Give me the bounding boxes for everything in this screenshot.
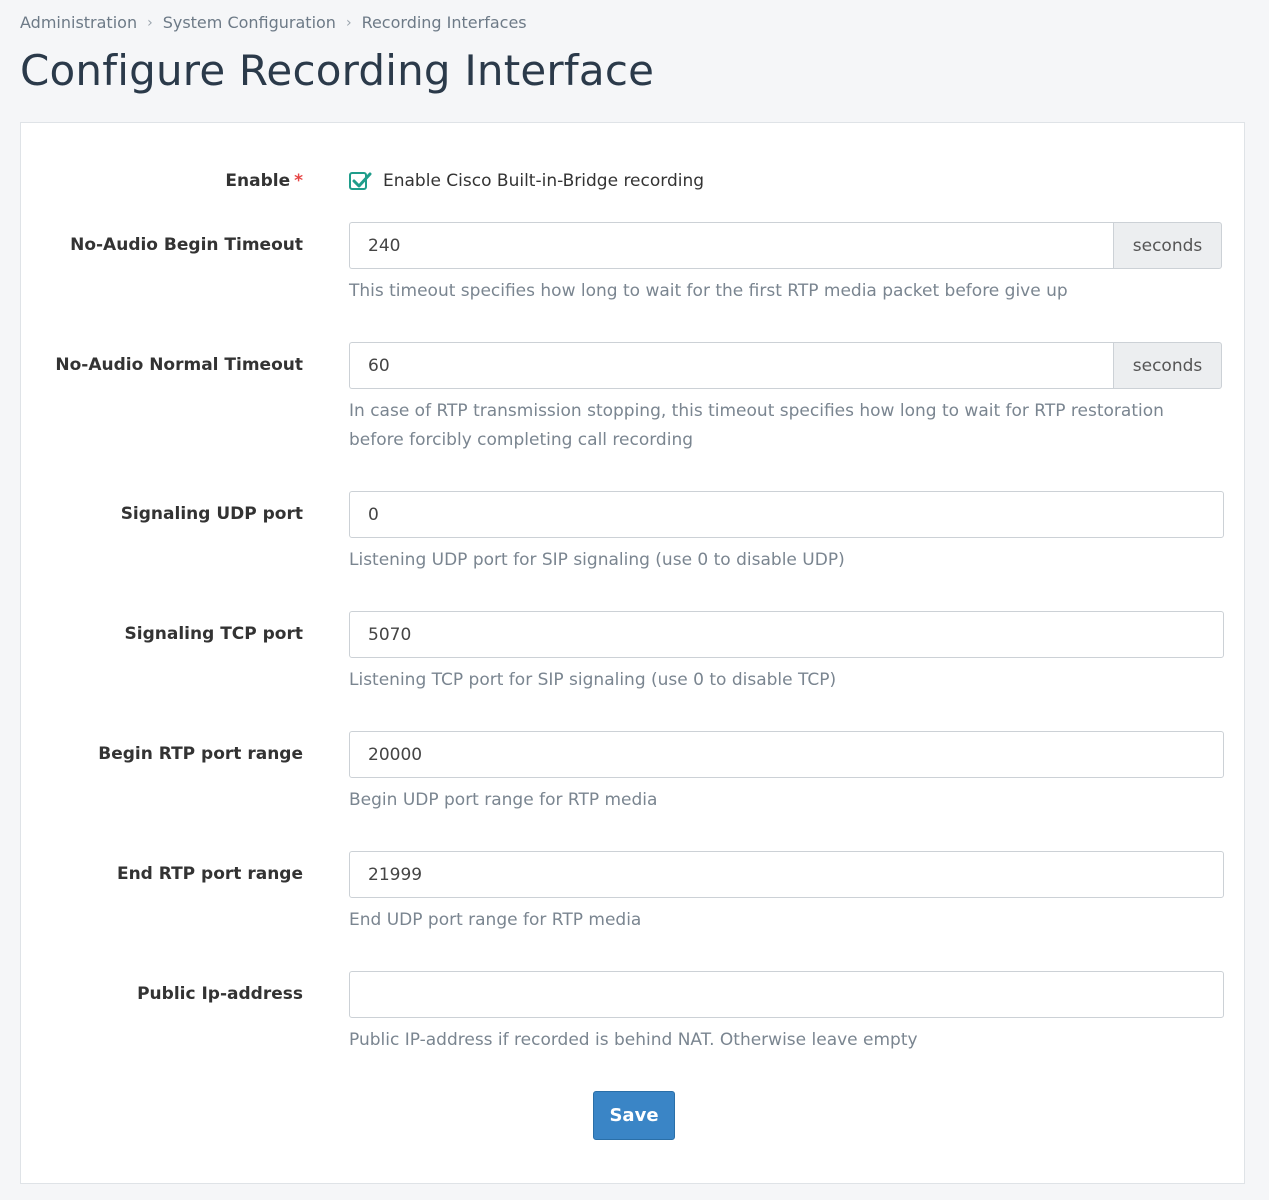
udp-port-label: Signaling UDP port [120,504,303,524]
page-title: Configure Recording Interface [20,46,655,95]
udp-port-help: Listening UDP port for SIP signaling (us… [349,550,845,570]
rtp-begin-help: Begin UDP port range for RTP media [349,790,658,810]
tcp-port-help: Listening TCP port for SIP signaling (us… [349,670,837,690]
public-ip-help: Public IP-address if recorded is behind … [349,1030,918,1050]
breadcrumb-item-administration[interactable]: Administration [20,13,137,32]
enable-checkbox-group[interactable]: Enable Cisco Built-in-Bridge recording [349,171,704,191]
rtp-end-input[interactable] [349,851,1224,898]
seconds-addon: seconds [1113,342,1222,389]
enable-label-text: Enable [225,171,291,191]
tcp-port-input[interactable] [349,611,1224,658]
no-audio-begin-group: seconds [349,222,1222,269]
no-audio-begin-input[interactable] [349,222,1113,269]
public-ip-label: Public Ip-address [137,984,303,1004]
no-audio-normal-input[interactable] [349,342,1113,389]
no-audio-begin-help: This timeout specifies how long to wait … [349,281,1068,301]
udp-port-input[interactable] [349,491,1224,538]
required-mark: * [294,171,303,191]
rtp-begin-label: Begin RTP port range [98,744,303,764]
public-ip-input[interactable] [349,971,1224,1018]
enable-checkbox-label[interactable]: Enable Cisco Built-in-Bridge recording [383,171,704,191]
enable-checkbox[interactable] [349,172,372,190]
tcp-port-label: Signaling TCP port [124,624,303,644]
rtp-end-help: End UDP port range for RTP media [349,910,642,930]
breadcrumb: Administration › System Configuration › … [20,13,527,32]
no-audio-normal-help-line1: In case of RTP transmission stopping, th… [349,401,1164,421]
no-audio-normal-help-line2: before forcibly completing call recordin… [349,430,694,450]
check-icon [352,172,372,188]
no-audio-normal-label: No-Audio Normal Timeout [55,355,303,375]
no-audio-normal-group: seconds [349,342,1222,389]
no-audio-begin-label: No-Audio Begin Timeout [70,235,303,255]
rtp-end-label: End RTP port range [116,864,303,884]
chevron-right-icon: › [345,14,352,31]
form-panel: Enable * Enable Cisco Built-in-Bridge rec… [20,122,1245,1184]
rtp-begin-input[interactable] [349,731,1224,778]
breadcrumb-item-recording-interfaces[interactable]: Recording Interfaces [362,13,527,32]
chevron-right-icon: › [147,14,153,31]
breadcrumb-item-system-configuration[interactable]: System Configuration [163,13,336,32]
seconds-addon: seconds [1113,222,1222,269]
save-button[interactable]: Save [593,1091,675,1140]
enable-label: Enable * [225,171,303,191]
